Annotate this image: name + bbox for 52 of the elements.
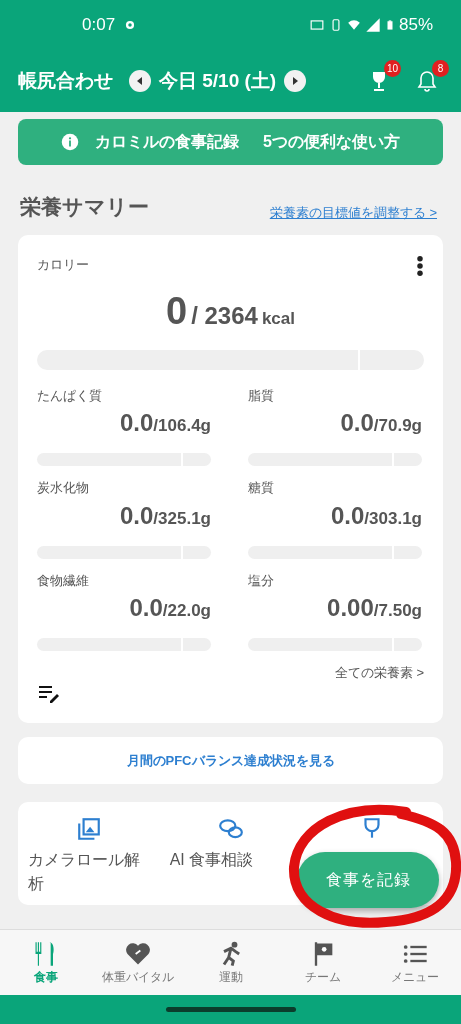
nutrient-target: /106.4g xyxy=(153,416,211,437)
nav-tab[interactable]: 食事 xyxy=(0,930,93,995)
nav-tab[interactable]: 体重バイタル xyxy=(92,930,185,995)
gallery-icon[interactable] xyxy=(75,816,102,842)
nutrient-target: /22.0g xyxy=(162,601,211,622)
nutrient-target: /325.1g xyxy=(153,508,211,530)
calorie-value: 0 xyxy=(166,288,188,334)
banner-title: カロミルの食事記録 xyxy=(95,132,240,152)
all-nutrients-link[interactable]: 全ての栄養素 > xyxy=(334,663,424,683)
nutrient-label: 食物繊維 xyxy=(37,571,90,590)
bell-icon[interactable] xyxy=(415,69,439,94)
nutrient-label: 炭水化物 xyxy=(37,479,90,497)
nutrient-label: 塩分 xyxy=(248,571,275,590)
nutrient-target: /70.9g xyxy=(373,416,422,437)
record-meal-button[interactable]: 食事を記録 xyxy=(297,852,439,908)
screen-title: 帳尻合わせ xyxy=(18,68,113,93)
nutrient-value: 0.00 xyxy=(327,593,374,623)
nutrient-label: 糖質 xyxy=(248,479,275,497)
left-arrow-icon xyxy=(135,76,145,86)
nutrient-target: /7.50g xyxy=(373,601,422,622)
date-label: 今日 5/10 (土) xyxy=(159,68,277,93)
nutrient-value: 0.0 xyxy=(340,408,374,438)
quick-action-label[interactable]: カメラロール解析 xyxy=(18,848,153,896)
calorie-unit: kcal xyxy=(261,307,295,330)
nutrient-target: /303.1g xyxy=(364,508,422,530)
nav-tab[interactable]: メニュー xyxy=(368,930,461,995)
pfc-balance-button[interactable]: 月間のPFCバランス達成状況を見る xyxy=(18,737,443,784)
quick-action-label[interactable]: AI 食事相談 xyxy=(159,848,254,872)
adjust-targets-link[interactable]: 栄養素の目標値を調整する > xyxy=(269,203,437,223)
battery-level: 85% xyxy=(398,14,433,37)
info-icon xyxy=(61,133,80,151)
wifi-icon xyxy=(346,18,361,32)
signal-icon xyxy=(364,17,381,33)
nutrient-value: 0.0 xyxy=(330,500,365,531)
banner-subtitle: 5つの便利な使い方 xyxy=(263,132,400,153)
nutrient-value: 0.0 xyxy=(119,408,154,438)
nutrient-label: たんぱく質 xyxy=(37,386,103,405)
notification-badge: 8 xyxy=(432,59,449,77)
more-icon[interactable] xyxy=(416,254,424,277)
info-banner[interactable]: カロミルの食事記録 5つの便利な使い方 xyxy=(18,119,443,165)
calorie-label: カロリー xyxy=(37,255,89,274)
previous-day-button[interactable] xyxy=(129,70,151,92)
nutrient-value: 0.0 xyxy=(129,593,163,623)
next-day-button[interactable] xyxy=(284,70,307,92)
calorie-target: / 2364 xyxy=(191,300,258,331)
nav-tab[interactable]: チーム xyxy=(276,930,369,995)
nutrient-value: 0.0 xyxy=(119,500,154,531)
status-time: 0:07 xyxy=(82,14,116,37)
nav-tab[interactable]: 運動 xyxy=(184,930,277,995)
section-title: 栄養サマリー xyxy=(20,194,149,220)
nutrient-label: 脂質 xyxy=(248,386,275,405)
notification-badge: 10 xyxy=(383,59,401,77)
